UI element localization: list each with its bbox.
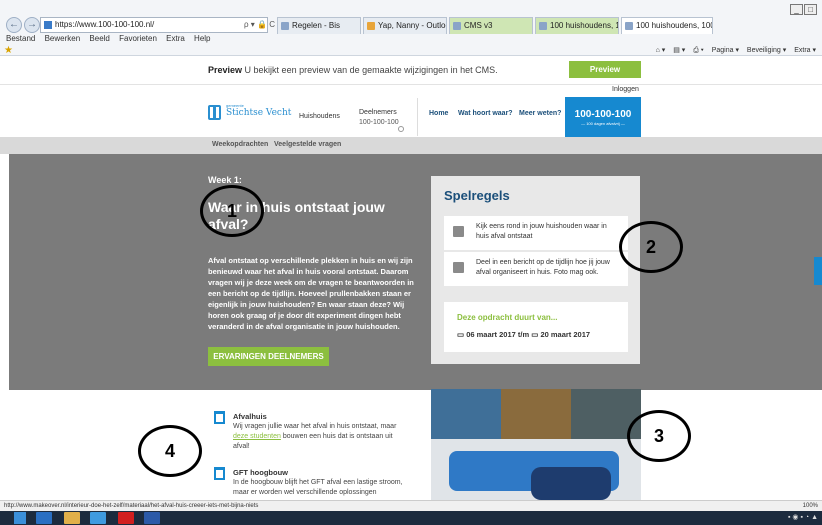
nav-home[interactable]: Home <box>429 110 448 117</box>
browser-taskbar-icon[interactable] <box>90 512 106 524</box>
back-icon[interactable]: ← <box>6 17 22 33</box>
subnav-veelgestelde-vragen[interactable]: Veelgestelde vragen <box>274 141 341 148</box>
photo-tile <box>501 389 571 439</box>
pdf-taskbar-icon[interactable] <box>118 512 134 524</box>
favorites-star-icon[interactable]: ★ <box>4 45 13 56</box>
favorites-bar: ★ ⌂ ▾ ▤ ▾ ⎙ ▾ Pagina ▾ Beveiliging ▾ Ext… <box>0 45 822 56</box>
home-icon[interactable]: ⌂ ▾ <box>656 47 666 54</box>
header-divider <box>417 98 418 136</box>
calendar-icon: ▭ <box>457 330 465 339</box>
item-description: In de hoogbouw blijft het GFT afval een … <box>233 479 403 496</box>
nav-households[interactable]: Huishoudens <box>299 113 340 120</box>
calendar-icon: ▭ <box>531 330 539 339</box>
brand-subtitle: — 100 dagen afvalvrij — <box>581 121 625 126</box>
tools-menu[interactable]: Extra ▾ <box>794 47 816 54</box>
feeds-icon[interactable]: ▤ ▾ <box>673 47 685 54</box>
tab-outlook[interactable]: Yap, Nanny - Outlook Web App <box>363 17 447 34</box>
site-favicon-icon <box>44 21 52 29</box>
side-tab[interactable] <box>814 257 822 285</box>
security-menu[interactable]: Beveiliging ▾ <box>747 47 786 54</box>
trash-icon <box>214 467 225 480</box>
tab-favicon-icon <box>281 22 289 30</box>
date-start: 06 maart 2017 t/m <box>466 330 530 339</box>
status-url: http://www.makeover.nl/interieur-doe-het… <box>4 503 259 509</box>
print-icon[interactable]: ⎙ ▾ <box>693 47 704 54</box>
photo-tile <box>431 389 501 439</box>
divider <box>0 84 822 85</box>
address-bar[interactable]: https://www.100-100-100.nl/ <box>40 17 268 33</box>
logo-mark-icon <box>208 105 221 120</box>
menu-help[interactable]: Help <box>194 34 210 43</box>
annotation-1: 1 <box>200 185 264 237</box>
status-bar: http://www.makeover.nl/interieur-doe-het… <box>0 500 822 511</box>
annotation-4: 4 <box>138 425 202 477</box>
tab-active[interactable]: 100 huishoudens, 100 dage...✕ <box>621 17 713 34</box>
hero-description: Afval ontstaat op verschillende plekken … <box>208 256 414 331</box>
rules-title: Spelregels <box>444 188 510 203</box>
annotation-3: 3 <box>627 410 691 462</box>
info-icon[interactable] <box>398 126 404 132</box>
tab-regelen[interactable]: Regelen - Bis <box>277 17 361 34</box>
menu-favorieten[interactable]: Favorieten <box>119 34 157 43</box>
page-menu[interactable]: Pagina ▾ <box>712 47 739 54</box>
flag-icon <box>453 262 464 273</box>
duration-title: Deze opdracht duurt van... <box>457 313 558 322</box>
rule-text: Deel in een bericht op de tijdlijn hoe j… <box>476 259 610 276</box>
nav-meer-weten[interactable]: Meer weten? <box>519 110 561 117</box>
item-description: Wij vragen jullie waar het afval in huis… <box>233 423 397 450</box>
taskbar: ▪ ◉ ▪ ◔ ▲ <box>0 511 822 525</box>
article-photos[interactable] <box>431 389 641 500</box>
annotation-2: 2 <box>619 221 683 273</box>
week-label: Week 1: <box>208 175 242 185</box>
menu-bestand[interactable]: Bestand <box>6 34 35 43</box>
tab-favicon-icon <box>625 22 633 30</box>
rule-text: Kijk eens rond in jouw huishouden waar i… <box>476 223 607 240</box>
word-taskbar-icon[interactable] <box>144 512 160 524</box>
participants-count: 100-100-100 <box>359 119 399 126</box>
date-end: 20 maart 2017 <box>540 330 591 339</box>
end-preview-button[interactable]: Preview beeindigen ✕ <box>569 61 641 91</box>
menu-bar: Bestand Bewerken Beeld Favorieten Extra … <box>0 33 822 45</box>
minimize-icon[interactable]: _ <box>790 4 803 15</box>
preview-message: Preview U bekijkt een preview van de gem… <box>208 65 498 75</box>
browser-chrome: ← → https://www.100-100-100.nl/ ρ ▾ 🔒 C … <box>0 0 822 56</box>
tab-100-huishoudens[interactable]: 100 huishoudens, 100 dagen, 1... <box>535 17 619 34</box>
photo-shape <box>531 467 611 500</box>
site-logo[interactable]: gemeente Stichtse Vecht <box>208 103 291 123</box>
preview-bar: Preview U bekijkt een preview van de gem… <box>0 56 822 84</box>
item-title[interactable]: GFT hoogbouw <box>233 468 288 477</box>
rule-item: Kijk eens rond in jouw huishouden waar i… <box>444 216 628 250</box>
menu-extra[interactable]: Extra <box>166 34 185 43</box>
nav-participants[interactable]: Deelnemers <box>359 109 397 116</box>
forward-icon[interactable]: → <box>24 17 40 33</box>
system-tray[interactable]: ▪ ◉ ▪ ◔ ▲ <box>788 513 818 521</box>
menu-beeld[interactable]: Beeld <box>89 34 109 43</box>
experiences-button[interactable]: ERVARINGEN DEELNEMERS <box>208 347 329 366</box>
explorer-taskbar-icon[interactable] <box>64 512 80 524</box>
brand-title: 100-100-100 <box>574 109 632 120</box>
sub-navigation: Weekopdrachten Veelgestelde vragen <box>0 137 822 154</box>
logo-name: Stichtse Vecht <box>226 108 292 118</box>
zoom-level[interactable]: 100% <box>803 501 818 511</box>
tab-favicon-icon <box>539 22 547 30</box>
trash-icon <box>214 411 225 424</box>
command-bar: ⌂ ▾ ▤ ▾ ⎙ ▾ Pagina ▾ Beveiliging ▾ Extra… <box>650 45 816 56</box>
duration-card: Deze opdracht duurt van... ▭ 06 maart 20… <box>444 302 628 352</box>
maximize-icon[interactable]: □ <box>804 4 817 15</box>
brand-box[interactable]: 100-100-100 — 100 dagen afvalvrij — <box>565 97 641 138</box>
students-link[interactable]: deze studenten <box>233 433 281 440</box>
subnav-weekopdrachten[interactable]: Weekopdrachten <box>212 141 268 148</box>
flag-icon <box>453 226 464 237</box>
outlook-taskbar-icon[interactable] <box>36 512 52 524</box>
rule-item: Deel in een bericht op de tijdlijn hoe j… <box>444 252 628 286</box>
tab-cms[interactable]: CMS v3 <box>449 17 533 34</box>
nav-wat-hoort-waar[interactable]: Wat hoort waar? <box>458 110 513 117</box>
start-icon[interactable] <box>14 512 26 524</box>
outlook-icon <box>367 22 375 30</box>
login-link[interactable]: Inloggen <box>612 86 639 93</box>
duration-dates: ▭ 06 maart 2017 t/m ▭ 20 maart 2017 <box>457 330 590 339</box>
tab-favicon-icon <box>453 22 461 30</box>
item-title[interactable]: Afvalhuis <box>233 412 267 421</box>
menu-bewerken[interactable]: Bewerken <box>45 34 81 43</box>
